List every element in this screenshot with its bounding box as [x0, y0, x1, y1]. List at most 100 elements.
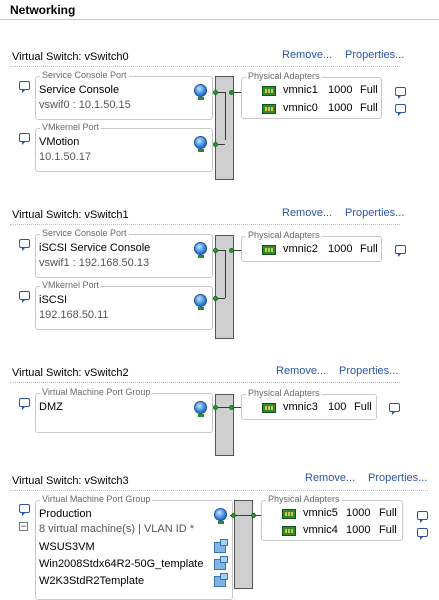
vswitch1-remove-link[interactable]: Remove...: [282, 207, 332, 219]
virtual-machine-icon[interactable]: [214, 573, 228, 587]
port-group-type: Virtual Machine Port Group: [40, 494, 153, 504]
adapter-duplex: Full: [379, 524, 397, 536]
adapter-info-bubble-icon[interactable]: [417, 528, 428, 540]
port-group-service-console: Service Console Port Service Console vsw…: [35, 70, 213, 120]
adapter-speed: 1000: [328, 84, 353, 96]
adapter-duplex: Full: [354, 401, 372, 413]
physical-nic-icon: [282, 509, 296, 519]
port-name: Service Console: [39, 84, 120, 96]
adapter-name: vmnic2: [283, 243, 318, 255]
vswitch1-title: Virtual Switch: vSwitch1: [12, 209, 129, 221]
virtual-machine-icon[interactable]: [214, 539, 228, 553]
connector-line: [225, 92, 226, 140]
adapter-info-bubble-icon[interactable]: [417, 511, 428, 523]
physical-adapters-group: Physical Adapters vmnic1 1000 Full vmnic…: [241, 71, 382, 119]
connector-dot: [213, 405, 218, 410]
connector-dot: [229, 248, 234, 253]
port-info-bubble-icon[interactable]: [19, 398, 30, 410]
adapter-info-bubble-icon[interactable]: [395, 87, 406, 99]
port-info-bubble-icon[interactable]: [19, 239, 30, 251]
vswitch3-remove-link[interactable]: Remove...: [305, 472, 355, 484]
port-group-type: VMkernel Port: [40, 122, 102, 132]
physical-nic-icon: [262, 104, 276, 114]
vswitch2-properties-link[interactable]: Properties...: [339, 365, 398, 377]
adapter-speed: 1000: [346, 524, 371, 536]
port-group-type: Virtual Machine Port Group: [40, 387, 153, 397]
connector-dot: [231, 513, 236, 518]
port-address: vswif1 : 192.168.50.13: [39, 257, 150, 269]
vswitch1-properties-link[interactable]: Properties...: [345, 207, 404, 219]
vswitch0-properties-link[interactable]: Properties...: [345, 49, 404, 61]
adapter-name: vmnic3: [283, 401, 318, 413]
connector-dot: [213, 248, 218, 253]
port-name: VMotion: [39, 136, 80, 148]
network-port-icon[interactable]: [194, 294, 207, 310]
adapter-speed: 1000: [346, 507, 371, 519]
connector-dot: [213, 142, 218, 147]
vm-name[interactable]: W2K3StdR2Template: [39, 575, 144, 587]
physical-adapters-group: Physical Adapters vmnic5 1000 Full vmnic…: [261, 494, 403, 541]
vswitch2-title: Virtual Switch: vSwitch2: [12, 367, 129, 379]
port-address: vswif0 : 10.1.50.15: [39, 99, 131, 111]
adapter-speed: 1000: [328, 243, 353, 255]
port-group-vmkernel: VMkernel Port iSCSI 192.168.50.11: [35, 280, 213, 330]
physical-nic-icon: [282, 526, 296, 536]
port-info-bubble-icon[interactable]: [19, 504, 30, 516]
vswitch3-properties-link[interactable]: Properties...: [368, 472, 427, 484]
port-info-bubble-icon[interactable]: [19, 291, 30, 303]
vm-name[interactable]: WSUS3VM: [39, 541, 95, 553]
adapter-duplex: Full: [360, 102, 378, 114]
vswitch2-remove-link[interactable]: Remove...: [276, 365, 326, 377]
connector-dot: [213, 90, 218, 95]
physical-nic-icon: [262, 403, 276, 413]
physical-adapters-title: Physical Adapters: [246, 388, 322, 398]
physical-adapters-group: Physical Adapters vmnic2 1000 Full: [241, 230, 382, 262]
physical-adapters-title: Physical Adapters: [246, 71, 322, 81]
expand-collapse-toggle[interactable]: −: [19, 522, 28, 531]
vswitch2-switch-bar: [215, 394, 234, 456]
network-port-icon[interactable]: [194, 84, 207, 100]
connector-line: [225, 250, 226, 298]
connector-dot: [213, 296, 218, 301]
port-address: 192.168.50.11: [39, 309, 109, 321]
vswitch3-title: Virtual Switch: vSwitch3: [12, 475, 129, 487]
port-info-bubble-icon[interactable]: [19, 133, 30, 145]
adapter-speed: 1000: [328, 102, 353, 114]
port-name: iSCSI: [39, 294, 68, 306]
port-group-service-console: Service Console Port iSCSI Service Conso…: [35, 228, 213, 278]
port-group-type: VMkernel Port: [40, 280, 102, 290]
title-divider: [0, 19, 439, 20]
port-group-type: Service Console Port: [40, 228, 129, 238]
vswitch0-divider: [10, 66, 400, 67]
port-group-vm: Virtual Machine Port Group DMZ: [35, 387, 213, 433]
physical-nic-icon: [262, 245, 276, 255]
adapter-name: vmnic0: [283, 102, 318, 114]
connector-dot: [251, 513, 256, 518]
adapter-duplex: Full: [379, 507, 397, 519]
physical-adapters-title: Physical Adapters: [246, 230, 322, 240]
physical-nic-icon: [262, 86, 276, 96]
adapter-name: vmnic4: [303, 524, 338, 536]
adapter-duplex: Full: [360, 84, 378, 96]
connector-dot: [229, 90, 234, 95]
vswitch3-divider: [10, 490, 428, 491]
network-port-icon[interactable]: [194, 242, 207, 258]
port-name: iSCSI Service Console: [39, 242, 151, 254]
network-port-icon[interactable]: [194, 136, 207, 152]
port-address: 10.1.50.17: [39, 151, 91, 163]
physical-adapters-group: Physical Adapters vmnic3 100 Full: [241, 388, 377, 420]
port-name: Production: [39, 508, 92, 520]
network-port-icon[interactable]: [194, 401, 207, 417]
adapter-name: vmnic1: [283, 84, 318, 96]
adapter-name: vmnic5: [303, 507, 338, 519]
adapter-info-bubble-icon[interactable]: [395, 245, 406, 257]
network-port-icon[interactable]: [214, 508, 227, 524]
port-info-bubble-icon[interactable]: [19, 81, 30, 93]
vswitch1-divider: [10, 224, 400, 225]
vm-name[interactable]: Win2008Stdx64R2-50G_template: [39, 558, 203, 570]
adapter-info-bubble-icon[interactable]: [389, 403, 400, 415]
adapter-info-bubble-icon[interactable]: [395, 104, 406, 116]
virtual-machine-icon[interactable]: [214, 556, 228, 570]
port-group-type: Service Console Port: [40, 70, 129, 80]
vswitch0-remove-link[interactable]: Remove...: [282, 49, 332, 61]
